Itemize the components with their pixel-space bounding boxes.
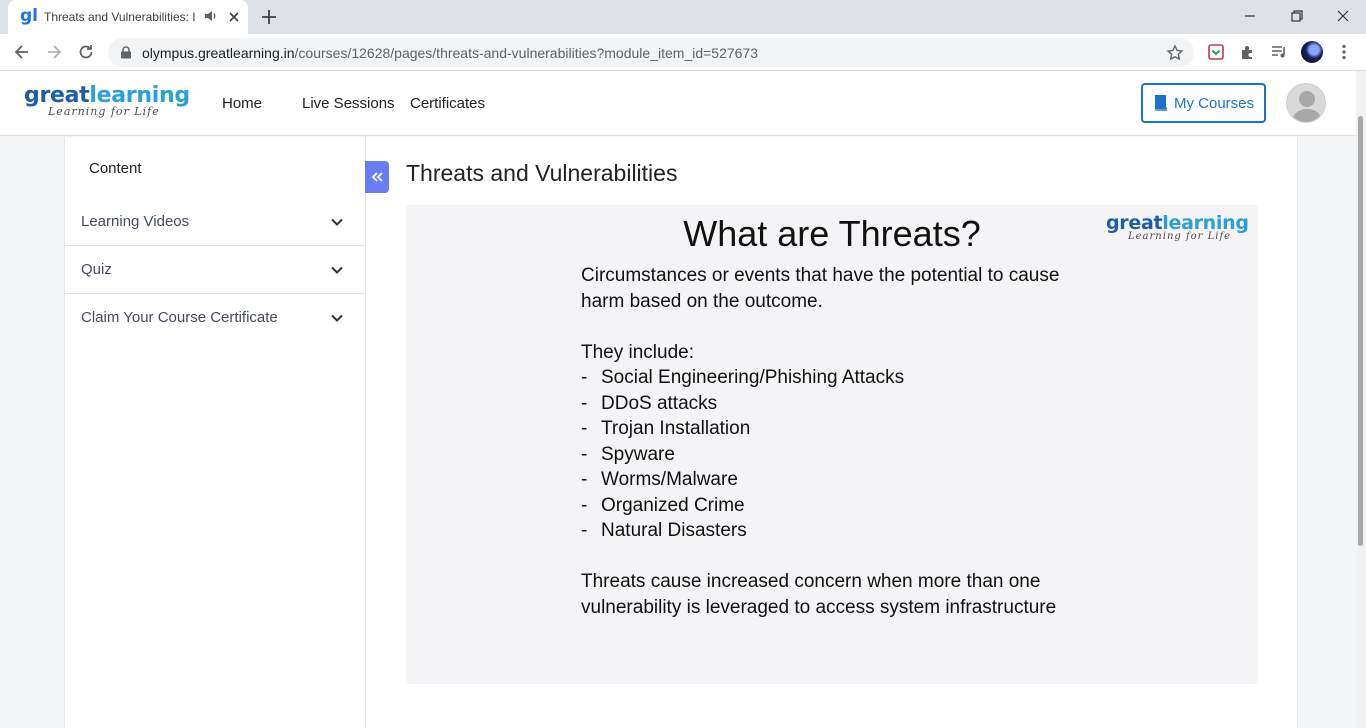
sidebar-item-label: Claim Your Course Certificate	[81, 309, 278, 326]
bookmark-star-icon[interactable]	[1166, 44, 1184, 62]
site-header: greatlearning Learning for Life Home Liv…	[0, 71, 1366, 136]
url-text[interactable]: olympus.greatlearning.in/courses/12628/p…	[142, 45, 758, 61]
sidebar-item-label: Learning Videos	[81, 213, 190, 230]
sidebar-item-quiz[interactable]: Quiz	[65, 246, 365, 294]
list-item: - Trojan Installation	[581, 418, 751, 439]
sidebar-item-claim-certificate[interactable]: Claim Your Course Certificate	[65, 294, 365, 342]
sidebar-title: Content	[89, 160, 142, 177]
slide-intro-line: harm based on the outcome.	[581, 290, 823, 312]
forward-arrow-icon[interactable]	[44, 42, 64, 62]
page-title: Threats and Vulnerabilities	[406, 160, 678, 186]
list-item: - DDoS attacks	[581, 392, 718, 414]
list-item: - Social Engineering/Phishing Attacks	[581, 367, 905, 388]
nav-home-link[interactable]: Home	[222, 95, 262, 112]
threats-list: - Social Engineering/Phishing Attacks - DD…	[581, 365, 904, 544]
media-control-icon[interactable]	[1270, 43, 1288, 61]
page-scrollbar[interactable]	[1356, 71, 1366, 728]
nav-certificates-link[interactable]: Certificates	[410, 95, 485, 112]
slide-logo: greatlearning Learning for Life	[1106, 213, 1249, 242]
browser-profile-avatar[interactable]	[1301, 41, 1323, 63]
list-item: - Natural Disasters	[581, 520, 747, 541]
nav-live-sessions-link[interactable]: Live Sessions	[302, 95, 395, 112]
restore-icon[interactable]	[1287, 6, 1307, 26]
user-silhouette-icon	[1292, 91, 1322, 122]
chevron-down-icon[interactable]	[329, 262, 345, 278]
scrollbar-thumb[interactable]	[1358, 116, 1363, 546]
sidebar-item-label: Quiz	[81, 261, 112, 278]
speaker-icon[interactable]	[204, 9, 218, 23]
slide-logo-tagline: Learning for Life	[1128, 231, 1232, 242]
site-favicon-icon: gl	[20, 6, 38, 26]
list-item: - Spyware	[581, 443, 675, 465]
slide-closing-line: vulnerability is leveraged to access sys…	[581, 596, 1057, 618]
slide-closing-line: Threats cause increased concern when mor…	[581, 571, 1041, 592]
address-bar[interactable]: olympus.greatlearning.in/courses/12628/p…	[108, 38, 1194, 67]
new-tab-icon[interactable]	[260, 8, 278, 26]
browser-tab[interactable]: gl Threats and Vulnerabilities: I	[8, 0, 248, 34]
close-window-icon[interactable]	[1333, 6, 1353, 26]
url-domain: olympus.greatlearning.in	[142, 45, 295, 61]
list-item: - Organized Crime	[581, 494, 745, 516]
url-path: /courses/12628/pages/threats-and-vulnera…	[294, 45, 759, 61]
chevron-down-icon[interactable]	[329, 310, 345, 326]
browser-toolbar: olympus.greatlearning.in/courses/12628/p…	[0, 34, 1366, 71]
double-chevron-left-icon	[371, 172, 383, 182]
content-sidebar: Content Learning Videos Quiz Claim Your …	[65, 137, 366, 728]
my-courses-button[interactable]: My Courses	[1141, 83, 1266, 123]
greatlearning-logo[interactable]: greatlearning Learning for Life	[24, 84, 190, 119]
close-tab-icon[interactable]	[226, 9, 242, 25]
list-item: - Worms/Malware	[581, 469, 738, 490]
course-content-panel: Content Learning Videos Quiz Claim Your …	[64, 137, 1298, 728]
extensions-puzzle-icon[interactable]	[1239, 43, 1257, 61]
user-avatar[interactable]	[1286, 83, 1326, 123]
minimize-icon[interactable]	[1240, 6, 1260, 26]
reload-icon[interactable]	[76, 42, 96, 62]
collapse-sidebar-button[interactable]	[365, 161, 389, 193]
slide-intro-line: Circumstances or events that have the po…	[581, 265, 1060, 286]
slide-list-intro: They include:	[581, 341, 695, 363]
browser-tab-strip: gl Threats and Vulnerabilities: I	[0, 0, 1366, 34]
lesson-slide: What are Threats? greatlearning Learning…	[406, 205, 1258, 684]
my-courses-label: My Courses	[1174, 95, 1255, 112]
back-arrow-icon[interactable]	[12, 42, 32, 62]
book-icon	[1155, 95, 1167, 111]
chevron-down-icon[interactable]	[329, 214, 345, 230]
tab-title: Threats and Vulnerabilities: I	[44, 10, 196, 24]
sidebar-item-learning-videos[interactable]: Learning Videos	[65, 198, 365, 246]
lock-icon[interactable]	[120, 46, 132, 59]
pocket-extension-icon[interactable]	[1207, 43, 1225, 61]
browser-menu-icon[interactable]	[1335, 43, 1353, 61]
slide-logo-wordmark: greatlearning	[1106, 212, 1249, 234]
